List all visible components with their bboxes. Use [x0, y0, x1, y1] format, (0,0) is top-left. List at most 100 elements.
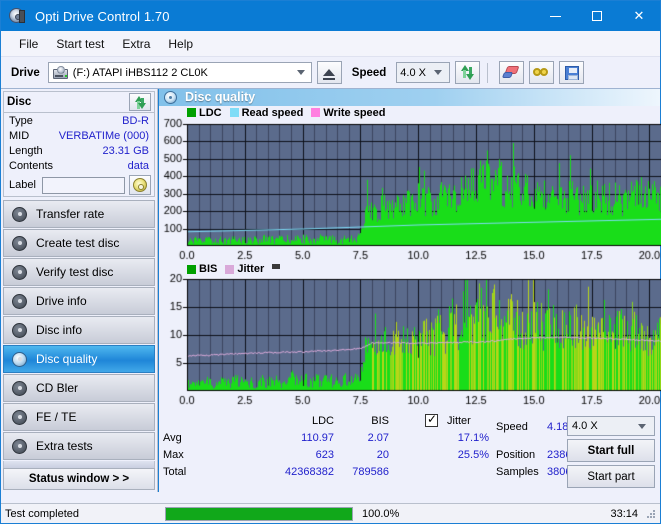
- window-title: Opti Drive Control 1.70: [35, 8, 170, 24]
- refresh-button[interactable]: [455, 61, 481, 84]
- close-icon: ✕: [633, 8, 645, 23]
- disc-panel-header: Disc: [4, 92, 154, 113]
- menu-item-extra[interactable]: Extra: [113, 34, 159, 54]
- sidebar-item-disc-info[interactable]: Disc info: [3, 316, 155, 344]
- sidebar-item-verify-test-disc[interactable]: Verify test disc: [3, 258, 155, 286]
- sidebar-item-label: Drive info: [36, 294, 87, 308]
- eraser-icon: [502, 66, 520, 79]
- progress-bar: [165, 506, 353, 521]
- minimize-button[interactable]: [534, 1, 576, 31]
- stats-avg-bis: 2.07: [367, 432, 389, 445]
- sidebar-item-label: FE / TE: [36, 410, 77, 424]
- disc-icon: [12, 235, 27, 251]
- speed-select[interactable]: 4.0 X: [396, 62, 451, 83]
- bis-chart-legend: BIS Jitter: [187, 263, 283, 275]
- label-disc-button[interactable]: [128, 175, 151, 195]
- disc-key: Type: [9, 114, 33, 127]
- close-button[interactable]: ✕: [618, 1, 660, 31]
- sidebar-item-extra-tests[interactable]: Extra tests: [3, 432, 155, 460]
- sidebar: Disc Type BD-R MID VERBATIMe (000) Lengt…: [1, 89, 158, 492]
- disc-quality-icon: [164, 90, 177, 104]
- maximize-button[interactable]: [576, 1, 618, 31]
- stats-avg-ldc: 110.97: [301, 432, 334, 445]
- disc-icon: [12, 206, 27, 222]
- legend-label-bis: BIS: [199, 263, 218, 276]
- legend-swatch-read-speed: [229, 108, 239, 118]
- settings-button[interactable]: [529, 61, 555, 84]
- bis-chart: BIS Jitter: [159, 263, 661, 414]
- disc-key: Length: [9, 144, 43, 157]
- disc-value: BD-R: [122, 114, 149, 127]
- legend-label-ldc: LDC: [199, 106, 222, 119]
- test-speed-select[interactable]: 4.0 X: [567, 416, 655, 437]
- ldc-chart: LDC Read speed Write speed: [159, 105, 661, 266]
- drive-icon: [52, 65, 69, 80]
- menu-bar: File Start test Extra Help: [1, 31, 660, 57]
- app-icon: [9, 7, 27, 25]
- disc-panel-title: Disc: [7, 96, 32, 108]
- disc-value: VERBATIMe (000): [58, 129, 149, 142]
- disc-icon: [12, 438, 27, 454]
- resize-grip[interactable]: [647, 510, 657, 520]
- test-speed-value: 4.0 X: [572, 420, 598, 433]
- drive-select[interactable]: (F:) ATAPI iHBS112 2 CL0K: [47, 62, 312, 83]
- status-text: Test completed: [5, 507, 79, 520]
- chevron-down-icon: [296, 70, 305, 75]
- legend-label-write-speed: Write speed: [323, 106, 386, 119]
- sidebar-item-label: Create test disc: [36, 236, 120, 250]
- menu-item-start-test[interactable]: Start test: [47, 34, 113, 54]
- disc-refresh-button[interactable]: [129, 93, 151, 111]
- disc-icon: [12, 351, 27, 367]
- erase-button[interactable]: [499, 61, 525, 84]
- legend-swatch-ldc: [187, 108, 196, 118]
- stats-panel: LDC BIS Jitter Avg 110.97 2.07 17.1% Max…: [159, 411, 660, 492]
- speed-value: 4.0 X: [400, 66, 426, 79]
- cd-icon: [132, 178, 147, 192]
- sidebar-spacer: [3, 461, 155, 468]
- save-button[interactable]: [559, 61, 585, 84]
- chevron-down-icon: [434, 70, 443, 75]
- toolbar: Drive (F:) ATAPI iHBS112 2 CL0K Speed 4.…: [1, 57, 660, 89]
- sidebar-item-disc-quality[interactable]: Disc quality: [3, 345, 155, 373]
- sidebar-item-drive-info[interactable]: Drive info: [3, 287, 155, 315]
- title-bar: Opti Drive Control 1.70 ✕: [1, 1, 660, 31]
- status-window-button[interactable]: Status window > >: [3, 468, 155, 490]
- sidebar-item-label: Disc info: [36, 323, 83, 337]
- jitter-checkbox[interactable]: [425, 412, 438, 428]
- label-input[interactable]: [41, 176, 125, 194]
- nav-list: Transfer rate Create test disc Verify te…: [1, 200, 157, 461]
- sidebar-item-label: CD Bler: [36, 381, 79, 395]
- sidebar-item-label: Transfer rate: [36, 207, 105, 221]
- disc-row-length: Length 23.31 GB: [4, 143, 154, 158]
- ldc-chart-legend: LDC Read speed Write speed: [187, 107, 394, 119]
- status-bar: Test completed 100.0% 33:14: [1, 503, 660, 523]
- stats-row-max-label: Max: [163, 449, 184, 462]
- page-title: Disc quality: [185, 90, 256, 105]
- sidebar-item-transfer-rate[interactable]: Transfer rate: [3, 200, 155, 228]
- disc-info-panel: Disc Type BD-R MID VERBATIMe (000) Lengt…: [3, 91, 155, 197]
- eject-button[interactable]: [316, 61, 342, 84]
- menu-item-file[interactable]: File: [10, 34, 47, 54]
- stats-avg-jitter: 17.1%: [457, 432, 489, 445]
- legend-label-read-speed: Read speed: [241, 106, 304, 119]
- start-full-button[interactable]: Start full: [567, 439, 655, 463]
- start-part-button[interactable]: Start part: [567, 465, 655, 489]
- legend-swatch-jitter: [225, 264, 235, 274]
- menu-item-help[interactable]: Help: [159, 34, 202, 54]
- elapsed-time: 33:14: [610, 507, 638, 520]
- stats-col-bis: BIS: [371, 415, 389, 428]
- samples-label: Samples: [496, 466, 539, 479]
- disc-row-contents: Contents data: [4, 158, 154, 173]
- disc-icon: [12, 322, 27, 338]
- legend-swatch-write-speed: [311, 108, 321, 118]
- disc-icon: [12, 380, 27, 396]
- sidebar-item-create-test-disc[interactable]: Create test disc: [3, 229, 155, 257]
- drive-value: (F:) ATAPI iHBS112 2 CL0K: [72, 66, 208, 79]
- save-icon: [564, 65, 579, 80]
- sidebar-item-cd-bler[interactable]: CD Bler: [3, 374, 155, 402]
- progress-percent: 100.0%: [362, 507, 400, 520]
- stats-max-jitter: 25.5%: [457, 449, 489, 462]
- speed-label: Speed: [351, 66, 387, 79]
- disc-icon: [12, 409, 27, 425]
- sidebar-item-fe-te[interactable]: FE / TE: [3, 403, 155, 431]
